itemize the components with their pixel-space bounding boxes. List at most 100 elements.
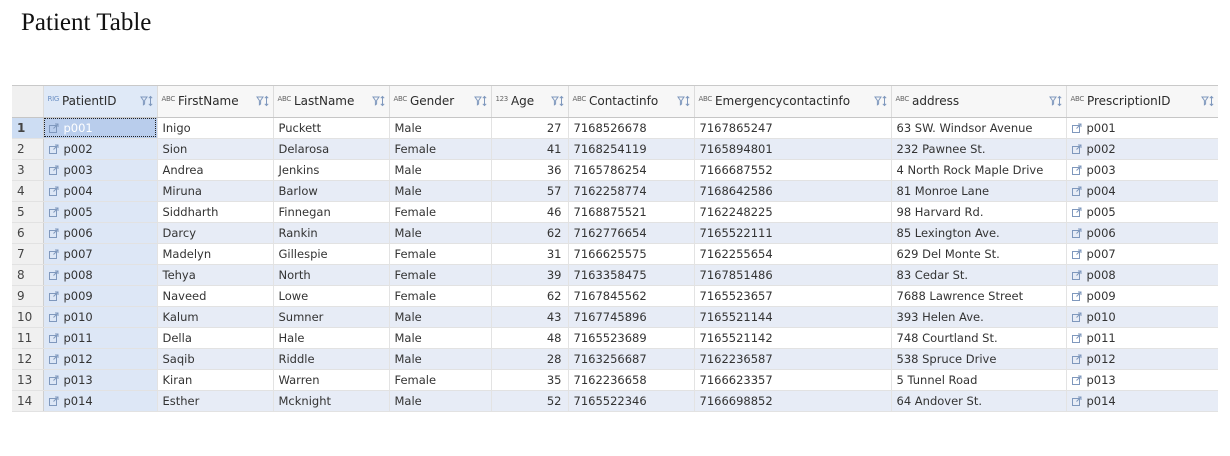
row-number[interactable]: 9 [12, 285, 44, 307]
cell-gender[interactable]: Male [389, 348, 492, 370]
cell-address[interactable]: 83 Cedar St. [891, 264, 1067, 286]
row-number[interactable]: 2 [12, 138, 44, 160]
cell-age[interactable]: 43 [491, 306, 569, 328]
cell-age[interactable]: 41 [491, 138, 569, 160]
cell-emergencycontactinfo[interactable]: 7167865247 [694, 117, 892, 139]
cell-gender[interactable]: Male [389, 306, 492, 328]
column-header-gender[interactable]: ABC Gender [389, 86, 492, 118]
cell-emergencycontactinfo[interactable]: 7165521144 [694, 306, 892, 328]
filter-sort-icon[interactable] [1200, 95, 1215, 107]
cell-age[interactable]: 28 [491, 348, 569, 370]
column-header-prescriptionid[interactable]: ABC PrescriptionID [1066, 86, 1218, 118]
results-grid[interactable]: RIG PatientID ABC FirstName ABC LastName ABC Ge… [12, 85, 1218, 427]
cell-contactinfo[interactable]: 7167745896 [568, 306, 695, 328]
cell-firstname[interactable]: Tehya [157, 264, 274, 286]
cell-age[interactable]: 62 [491, 222, 569, 244]
cell-address[interactable]: 5 Tunnel Road [891, 369, 1067, 391]
cell-emergencycontactinfo[interactable]: 7165894801 [694, 138, 892, 160]
cell-prescriptionid[interactable]: p009 [1066, 285, 1218, 307]
table-row[interactable]: 13 p013 Kiran Warren Female 35 7162236658 71666… [12, 369, 1218, 391]
column-header-contactinfo[interactable]: ABC Contactinfo [568, 86, 695, 118]
cell-address[interactable]: 98 Harvard Rd. [891, 201, 1067, 223]
cell-emergencycontactinfo[interactable]: 7162255654 [694, 243, 892, 265]
cell-patientid[interactable]: p001 [43, 117, 158, 139]
cell-prescriptionid[interactable]: p012 [1066, 348, 1218, 370]
cell-prescriptionid[interactable]: p007 [1066, 243, 1218, 265]
cell-prescriptionid[interactable]: p013 [1066, 369, 1218, 391]
cell-emergencycontactinfo[interactable]: 7162236587 [694, 348, 892, 370]
filter-sort-icon[interactable] [1048, 95, 1063, 107]
cell-patientid[interactable]: p007 [43, 243, 158, 265]
cell-lastname[interactable]: Mcknight [273, 390, 390, 412]
table-row[interactable]: 8 p008 Tehya North Female 39 7163358475 7167851… [12, 264, 1218, 286]
row-number[interactable]: 1 [12, 117, 44, 139]
cell-patientid[interactable]: p004 [43, 180, 158, 202]
cell-gender[interactable]: Male [389, 222, 492, 244]
cell-contactinfo[interactable]: 7166625575 [568, 243, 695, 265]
table-row[interactable]: 14 p014 Esther Mcknight Male 52 7165522346 7166… [12, 390, 1218, 412]
filter-sort-icon[interactable] [255, 95, 270, 107]
cell-prescriptionid[interactable]: p011 [1066, 327, 1218, 349]
cell-age[interactable]: 46 [491, 201, 569, 223]
cell-prescriptionid[interactable]: p008 [1066, 264, 1218, 286]
filter-sort-icon[interactable] [371, 95, 386, 107]
cell-prescriptionid[interactable]: p002 [1066, 138, 1218, 160]
cell-lastname[interactable]: Barlow [273, 180, 390, 202]
cell-lastname[interactable]: Finnegan [273, 201, 390, 223]
table-row[interactable]: 10 p010 Kalum Sumner Male 43 7167745896 7165521… [12, 306, 1218, 328]
cell-gender[interactable]: Female [389, 243, 492, 265]
cell-firstname[interactable]: Darcy [157, 222, 274, 244]
cell-lastname[interactable]: Rankin [273, 222, 390, 244]
cell-lastname[interactable]: Hale [273, 327, 390, 349]
cell-lastname[interactable]: Jenkins [273, 159, 390, 181]
cell-age[interactable]: 36 [491, 159, 569, 181]
table-row[interactable]: 11 p011 Della Hale Male 48 7165523689 716552114… [12, 327, 1218, 349]
cell-patientid[interactable]: p013 [43, 369, 158, 391]
cell-emergencycontactinfo[interactable]: 7162248225 [694, 201, 892, 223]
cell-address[interactable]: 232 Pawnee St. [891, 138, 1067, 160]
row-number[interactable]: 13 [12, 369, 44, 391]
cell-gender[interactable]: Male [389, 117, 492, 139]
cell-contactinfo[interactable]: 7167845562 [568, 285, 695, 307]
cell-patientid[interactable]: p014 [43, 390, 158, 412]
cell-gender[interactable]: Male [389, 390, 492, 412]
cell-patientid[interactable]: p009 [43, 285, 158, 307]
cell-gender[interactable]: Female [389, 369, 492, 391]
cell-patientid[interactable]: p002 [43, 138, 158, 160]
cell-age[interactable]: 48 [491, 327, 569, 349]
cell-contactinfo[interactable]: 7168526678 [568, 117, 695, 139]
cell-firstname[interactable]: Naveed [157, 285, 274, 307]
cell-firstname[interactable]: Esther [157, 390, 274, 412]
table-row[interactable]: 1 p001 Inigo Puckett Male 27 7168526678 7167865… [12, 117, 1218, 139]
table-row[interactable]: 3 p003 Andrea Jenkins Male 36 7165786254 716668… [12, 159, 1218, 181]
cell-emergencycontactinfo[interactable]: 7165522111 [694, 222, 892, 244]
cell-age[interactable]: 57 [491, 180, 569, 202]
corner-cell[interactable] [12, 86, 44, 118]
cell-prescriptionid[interactable]: p003 [1066, 159, 1218, 181]
cell-lastname[interactable]: Lowe [273, 285, 390, 307]
cell-emergencycontactinfo[interactable]: 7165521142 [694, 327, 892, 349]
cell-lastname[interactable]: Puckett [273, 117, 390, 139]
column-header-patientid[interactable]: RIG PatientID [43, 86, 158, 118]
filter-sort-icon[interactable] [676, 95, 691, 107]
cell-lastname[interactable]: North [273, 264, 390, 286]
cell-patientid[interactable]: p012 [43, 348, 158, 370]
filter-sort-icon[interactable] [873, 95, 888, 107]
row-number[interactable]: 6 [12, 222, 44, 244]
cell-patientid[interactable]: p011 [43, 327, 158, 349]
cell-address[interactable]: 393 Helen Ave. [891, 306, 1067, 328]
column-header-lastname[interactable]: ABC LastName [273, 86, 390, 118]
cell-emergencycontactinfo[interactable]: 7168642586 [694, 180, 892, 202]
row-number[interactable]: 4 [12, 180, 44, 202]
cell-contactinfo[interactable]: 7163256687 [568, 348, 695, 370]
cell-firstname[interactable]: Sion [157, 138, 274, 160]
row-number[interactable]: 10 [12, 306, 44, 328]
table-row[interactable]: 9 p009 Naveed Lowe Female 62 7167845562 7165523… [12, 285, 1218, 307]
cell-lastname[interactable]: Warren [273, 369, 390, 391]
cell-contactinfo[interactable]: 7162776654 [568, 222, 695, 244]
cell-firstname[interactable]: Miruna [157, 180, 274, 202]
cell-lastname[interactable]: Riddle [273, 348, 390, 370]
cell-patientid[interactable]: p010 [43, 306, 158, 328]
cell-patientid[interactable]: p006 [43, 222, 158, 244]
cell-address[interactable]: 7688 Lawrence Street [891, 285, 1067, 307]
